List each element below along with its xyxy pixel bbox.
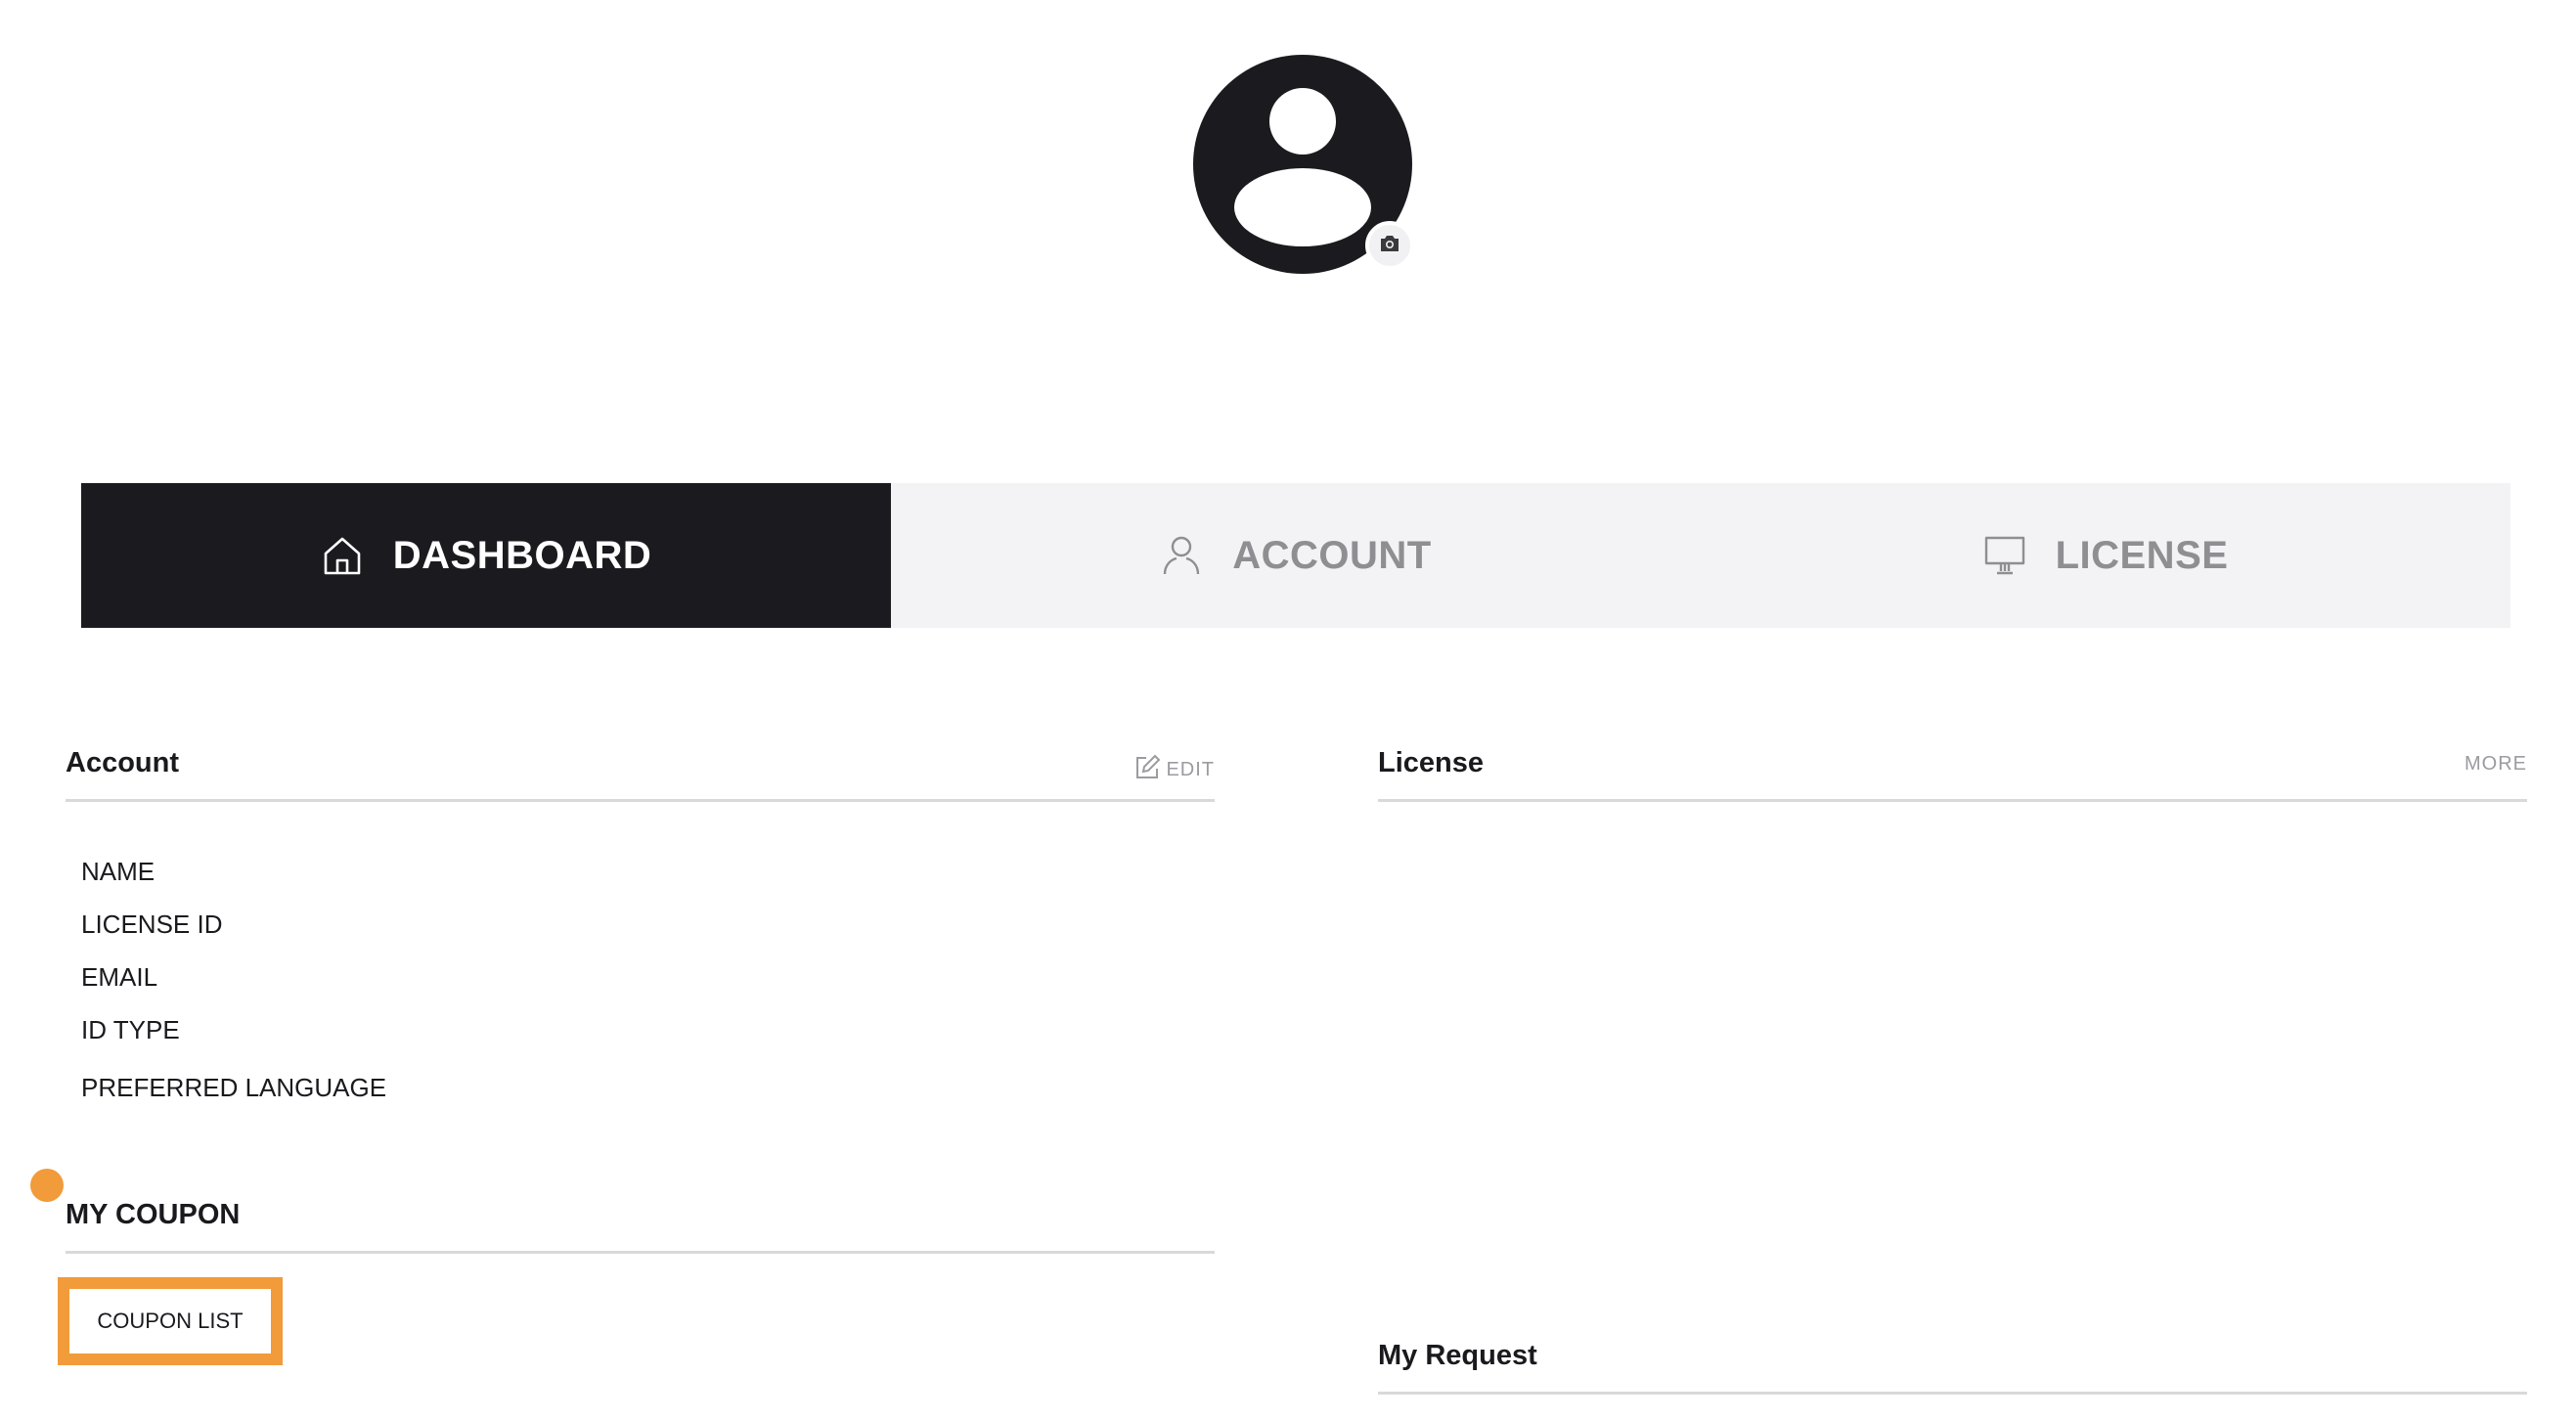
license-section-header: License MORE [1378, 747, 2527, 802]
tab-account[interactable]: ACCOUNT [891, 483, 1701, 628]
profile-avatar-container [1193, 55, 1414, 274]
license-section-title: License [1378, 747, 1484, 778]
field-license-id-label: LICENSE ID [81, 910, 223, 939]
camera-icon [1379, 235, 1400, 257]
field-preferred-language-label: PREFERRED LANGUAGE [81, 1073, 387, 1102]
monitor-icon [1983, 534, 2026, 577]
coupon-list-button[interactable]: COUPON LIST [58, 1277, 283, 1365]
user-icon [1160, 534, 1203, 577]
change-photo-button[interactable] [1365, 221, 1414, 270]
home-icon [321, 534, 364, 577]
request-section-header: My Request [1378, 1340, 2527, 1395]
account-section-title: Account [66, 747, 179, 778]
coupon-section-title: MY COUPON [66, 1199, 241, 1230]
coupon-section-header: MY COUPON [66, 1199, 1215, 1254]
request-section-title: My Request [1378, 1340, 1537, 1371]
field-id-type-label: ID TYPE [81, 1015, 180, 1044]
main-tab-bar: DASHBOARD ACCOUNT LICENSE [81, 483, 2510, 628]
edit-label: EDIT [1166, 758, 1215, 780]
tab-dashboard-label: DASHBOARD [392, 533, 652, 577]
edit-account-button[interactable]: EDIT [1134, 753, 1215, 786]
avatar-head-shape [1269, 88, 1336, 155]
tab-account-label: ACCOUNT [1232, 533, 1432, 577]
tab-dashboard[interactable]: DASHBOARD [81, 483, 891, 628]
account-section-header: Account EDIT [66, 747, 1215, 802]
tab-license-label: LICENSE [2055, 533, 2229, 577]
field-name-label: NAME [81, 857, 155, 886]
more-license-link[interactable]: MORE [2465, 753, 2527, 776]
edit-icon [1134, 753, 1162, 786]
coupon-list-label: COUPON LIST [97, 1309, 244, 1333]
avatar-body-shape [1234, 168, 1371, 246]
field-email-label: EMAIL [81, 962, 158, 992]
notification-dot [30, 1169, 64, 1202]
tab-license[interactable]: LICENSE [1701, 483, 2510, 628]
